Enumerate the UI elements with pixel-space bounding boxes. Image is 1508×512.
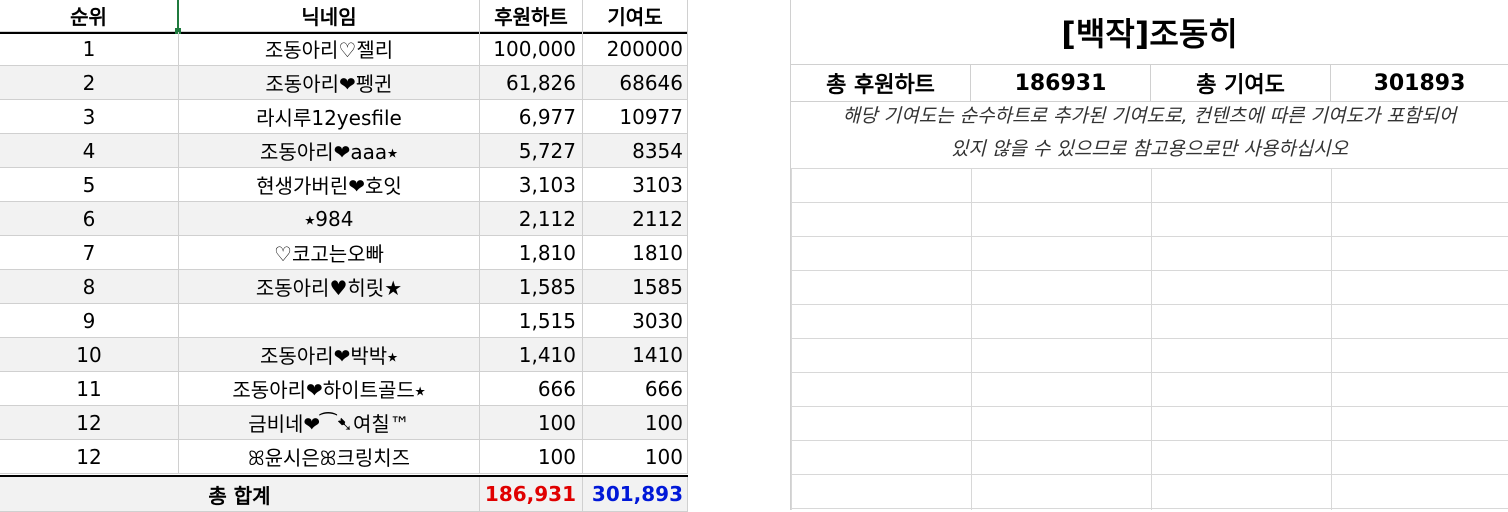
contrib-cell[interactable]: 3030	[583, 304, 688, 338]
rank-cell[interactable]: 8	[0, 270, 179, 304]
rank-cell[interactable]: 5	[0, 168, 179, 202]
total-label[interactable]: 총 합계	[0, 477, 480, 512]
total-row: 총 합계 186,931 301,893	[0, 475, 688, 512]
nickname-cell[interactable]: 현생가버린❤호잇	[179, 168, 480, 202]
table-row: 12 ꕤ윤시은ꕤ크링치즈 100 100	[0, 440, 688, 474]
rank-cell[interactable]: 6	[0, 202, 179, 236]
heart-cell[interactable]: 666	[480, 372, 583, 406]
heart-cell[interactable]: 1,515	[480, 304, 583, 338]
nickname-cell[interactable]: 조동아리❤펭귄	[179, 66, 480, 100]
table-row: 7 ♡코고는오빠 1,810 1810	[0, 236, 688, 270]
empty-cells-grid[interactable]	[791, 168, 1508, 510]
rank-cell[interactable]: 7	[0, 236, 179, 270]
nickname-cell[interactable]: 금비네❤⁀➷여칠™	[179, 406, 480, 440]
nickname-cell[interactable]: ♡코고는오빠	[179, 236, 480, 270]
table-row: 6 ⭑984 2,112 2112	[0, 202, 688, 236]
total-contrib-label[interactable]: 총 기여도	[1151, 65, 1331, 101]
contrib-cell[interactable]: 100	[583, 406, 688, 440]
summary-title[interactable]: [백작]조동히	[791, 0, 1508, 64]
heart-cell[interactable]: 61,826	[480, 66, 583, 100]
header-heart[interactable]: 후원하트	[480, 0, 583, 32]
note-line-2: 있지 않을 수 있으므로 참고용으로만 사용하십시오	[950, 138, 1349, 160]
table-row: 1 조동아리♡젤리 100,000 200000	[0, 32, 688, 66]
summary-note[interactable]: 해당 기여도는 순수하트로 추가된 기여도로, 컨텐츠에 따른 기여도가 포함되…	[791, 100, 1508, 169]
empty-column[interactable]	[688, 0, 791, 510]
nickname-cell[interactable]: 라시루12yesfile	[179, 100, 480, 134]
nickname-cell[interactable]: ⭑984	[179, 202, 480, 236]
nickname-cell[interactable]: 조동아리❤하이트골드⭑	[179, 372, 480, 406]
spreadsheet: 순위 닉네임 후원하트 기여도 1 조동아리♡젤리 100,000 200000 2 조동…	[0, 0, 1508, 512]
summary-row: 총 후원하트 186931 총 기여도 301893	[791, 64, 1508, 102]
table-row: 11 조동아리❤하이트골드⭑ 666 666	[0, 372, 688, 406]
nickname-cell[interactable]: 조동아리❤aaa⭑	[179, 134, 480, 168]
contrib-cell[interactable]: 100	[583, 440, 688, 474]
table-row: 5 현생가버린❤호잇 3,103 3103	[0, 168, 688, 202]
heart-cell[interactable]: 100	[480, 406, 583, 440]
table-row: 9 1,515 3030	[0, 304, 688, 338]
contrib-cell[interactable]: 10977	[583, 100, 688, 134]
contrib-cell[interactable]: 1585	[583, 270, 688, 304]
rank-cell[interactable]: 10	[0, 338, 179, 372]
heart-cell[interactable]: 1,585	[480, 270, 583, 304]
nickname-cell[interactable]: ꕤ윤시은ꕤ크링치즈	[179, 440, 480, 474]
nickname-cell[interactable]: 조동아리♡젤리	[179, 32, 480, 66]
heart-cell[interactable]: 3,103	[480, 168, 583, 202]
rank-cell[interactable]: 3	[0, 100, 179, 134]
rank-cell[interactable]: 9	[0, 304, 179, 338]
rank-cell[interactable]: 4	[0, 134, 179, 168]
nickname-cell[interactable]: 조동아리❤박박⭑	[179, 338, 480, 372]
contrib-cell[interactable]: 1810	[583, 236, 688, 270]
rank-cell[interactable]: 11	[0, 372, 179, 406]
heart-cell[interactable]: 6,977	[480, 100, 583, 134]
table-row: 12 금비네❤⁀➷여칠™ 100 100	[0, 406, 688, 440]
rank-cell[interactable]: 12	[0, 440, 179, 474]
heart-cell[interactable]: 2,112	[480, 202, 583, 236]
total-heart[interactable]: 186,931	[480, 477, 583, 512]
contrib-cell[interactable]: 68646	[583, 66, 688, 100]
heart-cell[interactable]: 100,000	[480, 32, 583, 66]
contrib-cell[interactable]: 200000	[583, 32, 688, 66]
nickname-cell[interactable]	[179, 304, 480, 338]
header-rank[interactable]: 순위	[0, 0, 179, 32]
contrib-cell[interactable]: 1410	[583, 338, 688, 372]
heart-cell[interactable]: 1,410	[480, 338, 583, 372]
heart-cell[interactable]: 100	[480, 440, 583, 474]
heart-cell[interactable]: 1,810	[480, 236, 583, 270]
total-contrib[interactable]: 301,893	[583, 477, 688, 512]
total-heart-value[interactable]: 186931	[971, 65, 1151, 101]
contrib-cell[interactable]: 3103	[583, 168, 688, 202]
table-row: 2 조동아리❤펭귄 61,826 68646	[0, 66, 688, 100]
table-row: 3 라시루12yesfile 6,977 10977	[0, 100, 688, 134]
total-contrib-value[interactable]: 301893	[1331, 65, 1508, 101]
note-line-1: 해당 기여도는 순수하트로 추가된 기여도로, 컨텐츠에 따른 기여도가 포함되…	[842, 105, 1457, 127]
rank-cell[interactable]: 12	[0, 406, 179, 440]
table-header: 순위 닉네임 후원하트 기여도	[0, 0, 688, 34]
header-nickname[interactable]: 닉네임	[179, 0, 480, 32]
table-row: 4 조동아리❤aaa⭑ 5,727 8354	[0, 134, 688, 168]
heart-cell[interactable]: 5,727	[480, 134, 583, 168]
table-row: 10 조동아리❤박박⭑ 1,410 1410	[0, 338, 688, 372]
nickname-cell[interactable]: 조동아리♥히릿★	[179, 270, 480, 304]
contrib-cell[interactable]: 2112	[583, 202, 688, 236]
contrib-cell[interactable]: 666	[583, 372, 688, 406]
rank-cell[interactable]: 1	[0, 32, 179, 66]
contrib-cell[interactable]: 8354	[583, 134, 688, 168]
table-row: 8 조동아리♥히릿★ 1,585 1585	[0, 270, 688, 304]
total-heart-label[interactable]: 총 후원하트	[791, 65, 971, 101]
rank-cell[interactable]: 2	[0, 66, 179, 100]
header-contrib[interactable]: 기여도	[583, 0, 688, 32]
